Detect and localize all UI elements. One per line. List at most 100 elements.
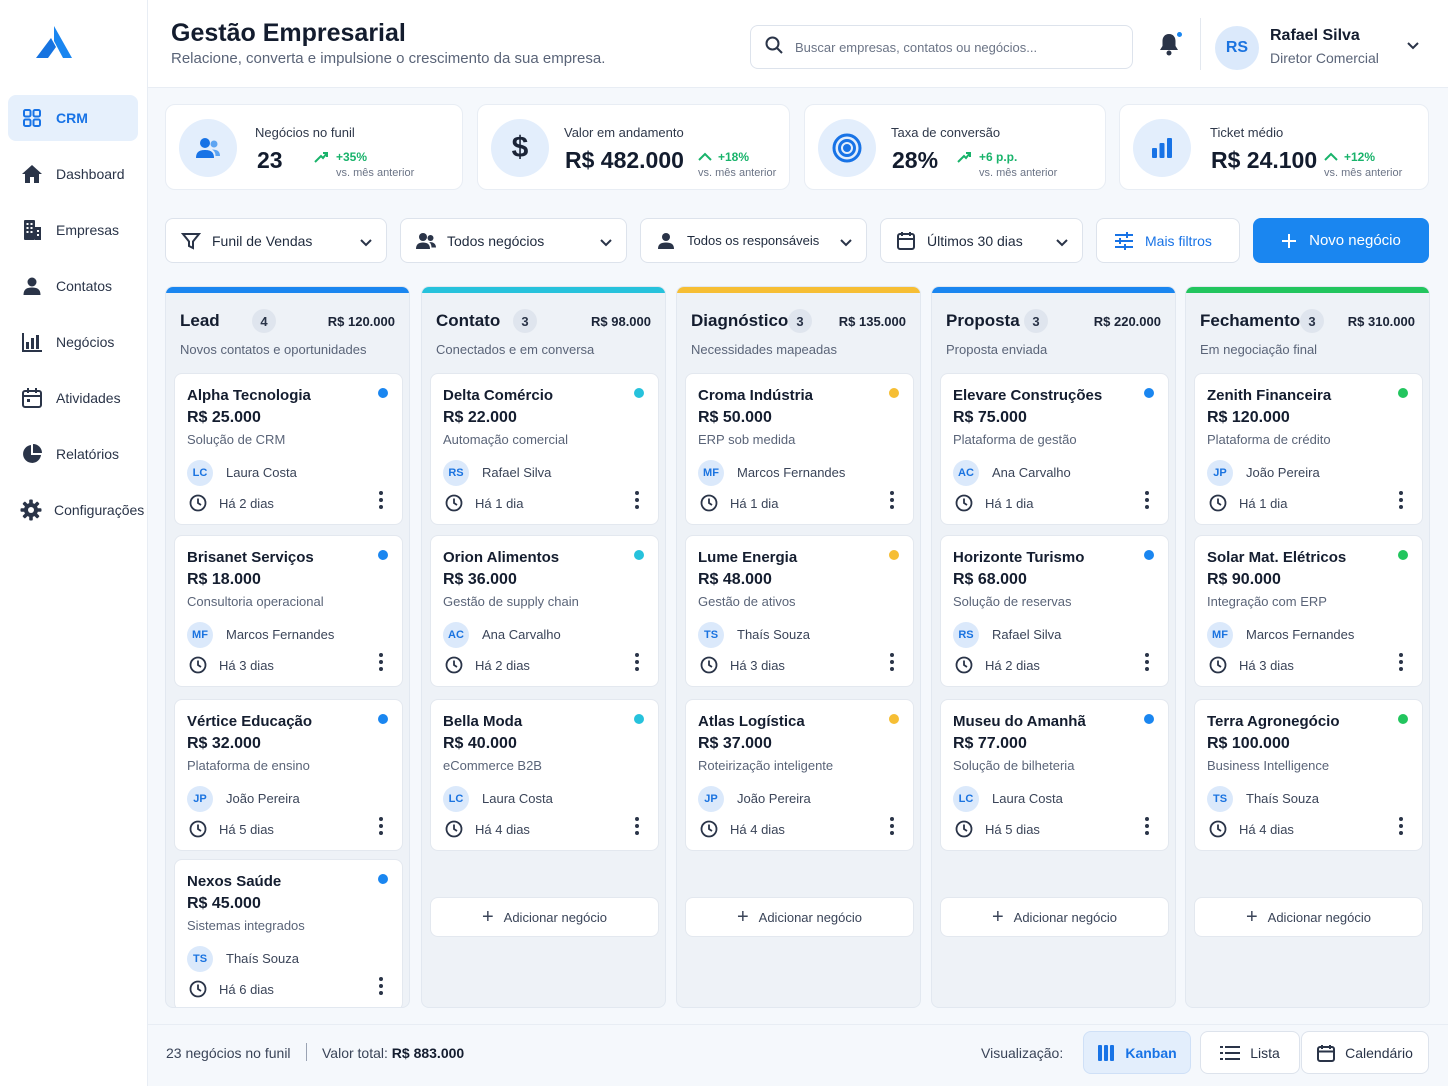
- more-vertical-icon[interactable]: [378, 652, 388, 674]
- view-list-button[interactable]: Lista: [1200, 1031, 1300, 1074]
- more-vertical-icon[interactable]: [889, 652, 899, 674]
- deal-card[interactable]: Croma Indústria R$ 50.000 ERP sob medida…: [685, 373, 914, 525]
- period-select[interactable]: Últimos 30 dias: [880, 218, 1083, 263]
- owner-avatar: MF: [1207, 622, 1233, 648]
- kpi-value: R$ 482.000: [565, 147, 684, 173]
- view-kanban-button[interactable]: Kanban: [1083, 1031, 1191, 1074]
- owner-name: Ana Carvalho: [992, 465, 1071, 480]
- deals-select[interactable]: Todos negócios: [400, 218, 627, 263]
- deal-card[interactable]: Museu do Amanhã R$ 77.000 Solução de bil…: [940, 699, 1169, 851]
- more-vertical-icon[interactable]: [1398, 816, 1408, 838]
- owner-name: Laura Costa: [226, 465, 297, 480]
- deal-company: Delta Comércio: [443, 387, 554, 404]
- sidebar-item-contatos[interactable]: Contatos: [8, 263, 138, 309]
- deal-age: Há 4 dias: [730, 822, 785, 837]
- more-vertical-icon[interactable]: [1144, 490, 1154, 512]
- more-vertical-icon[interactable]: [378, 490, 388, 512]
- user-avatar[interactable]: RS: [1215, 26, 1259, 70]
- deal-card[interactable]: Atlas Logística R$ 37.000 Roteirização i…: [685, 699, 914, 851]
- view-calendar-button[interactable]: Calendário: [1301, 1031, 1429, 1074]
- pipeline-select[interactable]: Funil de Vendas: [165, 218, 387, 263]
- users-icon: [179, 119, 237, 177]
- deal-card[interactable]: Brisanet Serviços R$ 18.000 Consultoria …: [174, 535, 403, 687]
- more-vertical-icon[interactable]: [378, 976, 388, 998]
- more-vertical-icon[interactable]: [378, 816, 388, 838]
- deal-value: R$ 68.000: [953, 571, 1027, 588]
- deal-card[interactable]: Vértice Educação R$ 32.000 Plataforma de…: [174, 699, 403, 851]
- deal-age: Há 2 dias: [219, 496, 274, 511]
- stage-dot: [1144, 550, 1154, 560]
- sidebar-item-label: Atividades: [56, 390, 121, 406]
- deal-card[interactable]: Delta Comércio R$ 22.000 Automação comer…: [430, 373, 659, 525]
- plus-icon: +: [1245, 905, 1258, 928]
- clock-icon: [445, 820, 463, 843]
- stage-dot: [1398, 550, 1408, 560]
- add-deal-button[interactable]: + Adicionar negócio: [430, 897, 659, 937]
- more-vertical-icon[interactable]: [889, 816, 899, 838]
- owner-avatar: TS: [187, 946, 213, 972]
- search-box[interactable]: [750, 25, 1133, 69]
- more-vertical-icon[interactable]: [1398, 652, 1408, 674]
- column-title: Contato: [436, 311, 501, 330]
- sidebar-item-dashboard[interactable]: Dashboard: [8, 151, 138, 197]
- logo-icon[interactable]: [34, 24, 74, 62]
- kpi-card-ticket: Ticket médio R$ 24.100 +12% vs. mês ante…: [1119, 104, 1429, 190]
- user-name[interactable]: Rafael Silva: [1270, 27, 1360, 45]
- chevron-down-icon: [600, 234, 612, 250]
- search-input[interactable]: [795, 39, 1115, 55]
- chevron-down-icon[interactable]: [1406, 38, 1420, 56]
- deal-card[interactable]: Lume Energia R$ 48.000 Gestão de ativos …: [685, 535, 914, 687]
- sidebar-item-atividades[interactable]: Atividades: [8, 375, 138, 421]
- more-vertical-icon[interactable]: [634, 816, 644, 838]
- sidebar-item-crm[interactable]: CRM: [8, 95, 138, 141]
- clock-icon: [700, 656, 718, 679]
- deal-age: Há 3 dias: [219, 658, 274, 673]
- deal-card[interactable]: Nexos Saúde R$ 45.000 Sistemas integrado…: [174, 859, 403, 1007]
- deal-age: Há 2 dias: [985, 658, 1040, 673]
- more-vertical-icon[interactable]: [634, 490, 644, 512]
- new-deal-button[interactable]: Novo negócio: [1253, 218, 1429, 263]
- more-vertical-icon[interactable]: [889, 490, 899, 512]
- notifications-button[interactable]: [1158, 30, 1184, 60]
- owner-avatar: LC: [443, 786, 469, 812]
- owner-avatar: JP: [187, 786, 213, 812]
- more-vertical-icon[interactable]: [634, 652, 644, 674]
- more-vertical-icon[interactable]: [1144, 652, 1154, 674]
- deal-card[interactable]: Elevare Construções R$ 75.000 Plataforma…: [940, 373, 1169, 525]
- kpi-compare: vs. mês anterior: [336, 167, 415, 179]
- kanban-column-diagnostico: Diagnóstico 3 R$ 135.000 Necessidades mapea…: [676, 286, 921, 1008]
- deal-value: R$ 36.000: [443, 571, 517, 588]
- sidebar-item-configuracoes[interactable]: Configurações: [8, 487, 144, 533]
- sidebar-item-label: Contatos: [56, 278, 113, 294]
- sidebar: CRM Dashboard Empresas Contatos Negócios: [0, 0, 148, 1086]
- owner-avatar: RS: [443, 460, 469, 486]
- deal-age: Há 6 dias: [219, 982, 274, 997]
- more-vertical-icon[interactable]: [1144, 816, 1154, 838]
- more-vertical-icon[interactable]: [1398, 490, 1408, 512]
- deal-card[interactable]: Solar Mat. Elétricos R$ 90.000 Integraçã…: [1194, 535, 1423, 687]
- deal-card[interactable]: Alpha Tecnologia R$ 25.000 Solução de CR…: [174, 373, 403, 525]
- deal-count: 23 negócios no funil: [166, 1045, 291, 1061]
- add-deal-button[interactable]: + Adicionar negócio: [685, 897, 914, 937]
- deal-card[interactable]: Bella Moda R$ 40.000 eCommerce B2B LC La…: [430, 699, 659, 851]
- sidebar-item-label: Empresas: [56, 222, 120, 238]
- deal-description: Integração com ERP: [1207, 594, 1327, 609]
- owners-select[interactable]: Todos os responsáveis: [640, 218, 867, 263]
- pipeline-select-value: Funil de Vendas: [212, 232, 313, 249]
- more-filters-button[interactable]: Mais filtros: [1096, 218, 1240, 263]
- kpi-card-deals: Negócios no funil 23 +35% vs. mês anteri…: [165, 104, 463, 190]
- deal-card[interactable]: Zenith Financeira R$ 120.000 Plataforma …: [1194, 373, 1423, 525]
- sidebar-item-negocios[interactable]: Negócios: [8, 319, 138, 365]
- deal-company: Bella Moda: [443, 713, 523, 730]
- add-deal-button[interactable]: + Adicionar negócio: [940, 897, 1169, 937]
- deal-card[interactable]: Terra Agronegócio R$ 100.000 Business In…: [1194, 699, 1423, 851]
- kpi-card-conversion: Taxa de conversão 28% +6 p.p. vs. mês an…: [804, 104, 1106, 190]
- deal-company: Solar Mat. Elétricos: [1207, 549, 1347, 566]
- sidebar-item-empresas[interactable]: Empresas: [8, 207, 138, 253]
- deal-value: R$ 48.000: [698, 571, 772, 588]
- deal-description: Sistemas integrados: [187, 918, 305, 933]
- deal-card[interactable]: Horizonte Turismo R$ 68.000 Solução de r…: [940, 535, 1169, 687]
- deal-card[interactable]: Orion Alimentos R$ 36.000 Gestão de supp…: [430, 535, 659, 687]
- sidebar-item-relatorios[interactable]: Relatórios: [8, 431, 138, 477]
- add-deal-button[interactable]: + Adicionar negócio: [1194, 897, 1423, 937]
